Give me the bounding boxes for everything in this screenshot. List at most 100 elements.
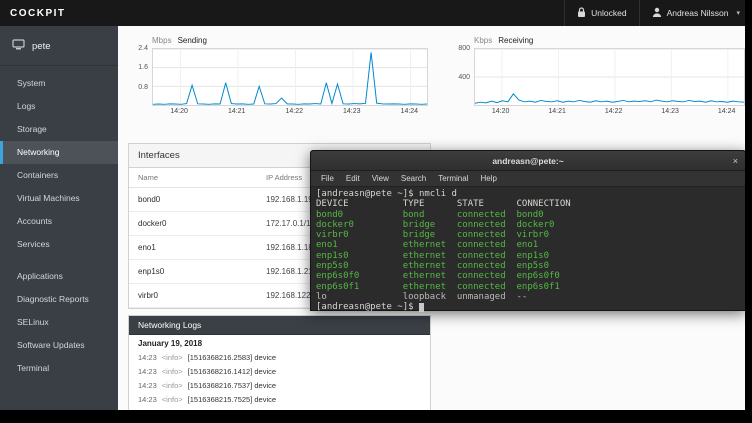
xtick-14:20: 14:20 (170, 108, 188, 115)
chart-sending: MbpsSending0.81.62.4 14:20 14:21 14:22 14:23… (128, 36, 428, 118)
sidebar-item-terminal[interactable]: Terminal (0, 357, 118, 380)
terminal-line: [andreasn@pete ~]$ (316, 302, 740, 312)
log-time: 14:23 (138, 395, 157, 404)
log-entry[interactable]: 14:23<info>[1516368216.2583] device (129, 350, 430, 364)
receiving-chart-svg (475, 49, 744, 105)
sending-chart-svg (153, 49, 427, 105)
interface-ip: 192.168.1.21 (266, 267, 313, 276)
chevron-down-icon: ▾ (736, 9, 740, 17)
xtick-14:23: 14:23 (343, 108, 361, 115)
interface-ip: 192.168.1.19 (266, 195, 313, 204)
terminal-menu-help[interactable]: Help (474, 174, 502, 183)
terminal-line: virbr0 bridge connected virbr0 (316, 230, 740, 240)
sidebar-item-networking[interactable]: Networking (0, 141, 118, 164)
sidebar-item-diagnostic-reports[interactable]: Diagnostic Reports (0, 288, 118, 311)
sidebar-item-storage[interactable]: Storage (0, 118, 118, 141)
terminal-cursor (419, 303, 424, 312)
close-icon[interactable]: × (733, 156, 738, 166)
xtick-14:21: 14:21 (548, 108, 566, 115)
networking-logs-panel: Networking Logs January 19, 2018 14:23<i… (128, 315, 431, 410)
log-date: January 19, 2018 (129, 335, 430, 350)
ytick-2.4: 2.4 (138, 45, 148, 52)
terminal-line: DEVICE TYPE STATE CONNECTION (316, 199, 740, 209)
lock-icon (577, 7, 586, 20)
ytick-800: 800 (458, 45, 470, 52)
xtick-14:24: 14:24 (718, 108, 736, 115)
charts-row: MbpsSending0.81.62.4 14:20 14:21 14:22 14:23… (118, 26, 745, 118)
receiving-chart-head: Kbps Receiving (474, 36, 745, 45)
interface-ip: 172.17.0.1/1 (266, 219, 310, 228)
chart-receiving: KbpsReceiving40080014:2014:2114:2214:231… (450, 36, 745, 118)
interface-name: virbr0 (138, 291, 266, 300)
terminal-device-row: lo loopback unmanaged -- (316, 292, 527, 302)
terminal-line: [andreasn@pete ~]$ nmcli d (316, 189, 740, 199)
sidebar-item-software-updates[interactable]: Software Updates (0, 334, 118, 357)
sending-plot-area (152, 48, 428, 106)
sidebar-item-services[interactable]: Services (0, 233, 118, 256)
log-message: [1516368215.7525] device (188, 395, 276, 404)
xtick-14:22: 14:22 (285, 108, 303, 115)
terminal-device-row: enp5s0 ethernet connected enp5s0 (316, 261, 549, 271)
receiving-unit-label: Kbps (474, 36, 492, 45)
topbar-right: Unlocked Andreas Nilsson ▾ (564, 0, 752, 26)
interface-ip: 192.168.1.18 (266, 243, 313, 252)
user-menu-button[interactable]: Andreas Nilsson ▾ (639, 0, 752, 26)
cockpit-brand: COCKPIT (0, 8, 66, 19)
top-bar: COCKPIT Unlocked Andreas Nilsson ▾ (0, 0, 752, 26)
log-message: [1516368216.7537] device (188, 381, 276, 390)
user-name: Andreas Nilsson (667, 8, 729, 18)
interface-name: docker0 (138, 219, 266, 228)
sidebar-item-selinux[interactable]: SELinux (0, 311, 118, 334)
xtick-14:24: 14:24 (401, 108, 419, 115)
terminal-menu-view[interactable]: View (366, 174, 395, 183)
user-icon (652, 7, 662, 19)
receiving-plot-area (474, 48, 745, 106)
host-icon (12, 39, 25, 53)
sending-series-line (153, 52, 427, 104)
terminal-menu-terminal[interactable]: Terminal (432, 174, 474, 183)
log-entry[interactable]: 14:23<info>[1516368215.7525] device (129, 392, 430, 406)
terminal-line: lo loopback unmanaged -- (316, 292, 740, 302)
terminal-menu-search[interactable]: Search (395, 174, 432, 183)
sending-unit-label: Mbps (152, 36, 172, 45)
sending-y-axis: 0.81.62.4 (128, 48, 152, 106)
log-entries: 14:23<info>[1516368216.2583] device14:23… (129, 350, 430, 410)
screen: COCKPIT Unlocked Andreas Nilsson ▾ pete (0, 0, 752, 423)
terminal-menubar: FileEditViewSearchTerminalHelp (311, 171, 745, 187)
log-entry[interactable]: 14:23<info>[1516368216.1412] device (129, 364, 430, 378)
terminal-line: eno1 ethernet connected eno1 (316, 240, 740, 250)
terminal-table-header: DEVICE TYPE STATE CONNECTION (316, 199, 571, 209)
sidebar-item-virtual-machines[interactable]: Virtual Machines (0, 187, 118, 210)
receiving-y-axis: 400800 (450, 48, 474, 106)
sidebar-item-system[interactable]: System (0, 72, 118, 95)
unlocked-button[interactable]: Unlocked (564, 0, 638, 26)
log-level: <info> (162, 381, 183, 390)
terminal-line: enp5s0 ethernet connected enp5s0 (316, 261, 740, 271)
log-time: 14:23 (138, 367, 157, 376)
terminal-menu-file[interactable]: File (315, 174, 340, 183)
sending-x-axis: 14:20 14:21 14:22 14:23 14:24 (128, 106, 428, 118)
terminal-title: andreasn@pete:~ (311, 156, 745, 166)
log-entry[interactable]: 14:23<info>[1516368216.7537] device (129, 378, 430, 392)
sidebar-item-logs[interactable]: Logs (0, 95, 118, 118)
receiving-chart-title: Receiving (498, 36, 533, 45)
terminal-body[interactable]: [andreasn@pete ~]$ nmcli dDEVICE TYPE ST… (311, 187, 745, 315)
sidebar: pete SystemLogsStorageNetworkingContaine… (0, 26, 118, 410)
terminal-command-line: [andreasn@pete ~]$ nmcli d (316, 189, 457, 199)
terminal-line: docker0 bridge connected docker0 (316, 220, 740, 230)
interfaces-col-name: Name (138, 173, 266, 182)
unlocked-label: Unlocked (591, 8, 626, 18)
sidebar-item-containers[interactable]: Containers (0, 164, 118, 187)
frame-bottom (0, 410, 752, 423)
interface-name: bond0 (138, 195, 266, 204)
xtick-14:22: 14:22 (605, 108, 623, 115)
sidebar-item-accounts[interactable]: Accounts (0, 210, 118, 233)
terminal-titlebar[interactable]: andreasn@pete:~ × (311, 151, 745, 171)
sending-chart-head: MbpsSending (152, 36, 428, 45)
terminal-menu-edit[interactable]: Edit (340, 174, 366, 183)
xtick-14:21: 14:21 (228, 108, 246, 115)
xtick-14:20: 14:20 (492, 108, 510, 115)
host-selector[interactable]: pete (0, 26, 118, 66)
interface-name: eno1 (138, 243, 266, 252)
sidebar-item-applications[interactable]: Applications (0, 265, 118, 288)
